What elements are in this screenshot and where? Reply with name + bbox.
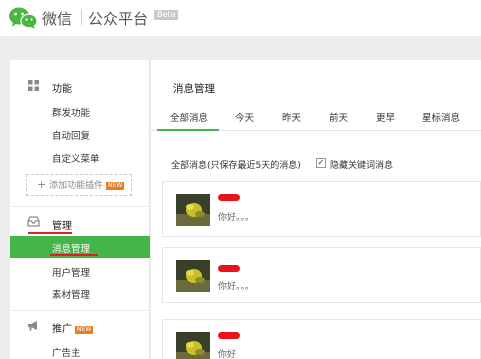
beta-badge: Beta bbox=[154, 10, 179, 20]
tab-yesterday[interactable]: 昨天 bbox=[282, 110, 301, 124]
inbox-icon bbox=[27, 216, 40, 227]
redacted-username bbox=[218, 194, 240, 201]
tab-bar: 全部消息 今天 昨天 前天 更早 星标消息 bbox=[151, 102, 481, 131]
user-avatar[interactable] bbox=[176, 260, 210, 292]
tab-all-messages[interactable]: 全部消息 bbox=[170, 110, 208, 124]
message-text: 你好。。。 bbox=[218, 282, 255, 292]
redacted-username bbox=[218, 265, 240, 272]
red-annotation-underline bbox=[28, 232, 72, 234]
message-text: 你好。。。 bbox=[218, 213, 255, 223]
sidebar-item-advertiser[interactable]: 广告主 bbox=[52, 345, 81, 359]
manage-section-title: 管理 bbox=[52, 221, 72, 232]
user-avatar[interactable] bbox=[176, 332, 210, 359]
new-badge: NEW bbox=[106, 182, 125, 190]
sidebar: 功能 群发功能 自动回复 自定义菜单 + 添加功能插件 NEW 管理 消息管理 用… bbox=[10, 60, 150, 359]
sidebar-item-custom-menu[interactable]: 自定义菜单 bbox=[52, 151, 100, 165]
sidebar-item-auto-reply[interactable]: 自动回复 bbox=[52, 128, 90, 142]
sidebar-item-message-manage-label: 消息管理 bbox=[52, 244, 91, 255]
message-text: 你好 bbox=[218, 350, 237, 359]
brand-platform: 公众平台 bbox=[88, 10, 149, 28]
top-header: 微信 公众平台 Beta bbox=[0, 0, 481, 36]
promote-section-title: 推广 NEW bbox=[52, 320, 94, 335]
wechat-logo-icon[interactable] bbox=[8, 6, 38, 30]
functions-section-title: 功能 bbox=[52, 84, 72, 95]
promote-title-label: 推广 bbox=[52, 324, 72, 335]
filter-description: 全部消息(只保存最近5天的消息) bbox=[171, 161, 301, 171]
hide-keyword-checkbox[interactable]: ✓ bbox=[316, 158, 326, 168]
tab-day-before[interactable]: 前天 bbox=[329, 110, 348, 124]
sidebar-item-mass-send[interactable]: 群发功能 bbox=[52, 105, 90, 119]
add-plugin-button[interactable]: + 添加功能插件 NEW bbox=[26, 174, 132, 196]
sidebar-divider bbox=[10, 206, 150, 207]
sidebar-item-user-manage[interactable]: 用户管理 bbox=[52, 265, 90, 279]
grid-icon bbox=[28, 80, 39, 91]
tab-starred[interactable]: 星标消息 bbox=[422, 110, 460, 124]
active-tab-indicator bbox=[157, 129, 219, 131]
redacted-username bbox=[218, 332, 240, 339]
sidebar-item-material-manage[interactable]: 素材管理 bbox=[52, 287, 90, 301]
sidebar-divider bbox=[10, 310, 150, 311]
page-title: 消息管理 bbox=[173, 83, 215, 95]
message-item[interactable]: 你好。。。 bbox=[162, 247, 481, 303]
red-annotation-underline bbox=[50, 254, 98, 256]
new-badge: NEW bbox=[75, 326, 94, 334]
main-panel: 消息管理 全部消息 今天 昨天 前天 更早 星标消息 全部消息(只保存最近5天的… bbox=[151, 60, 481, 359]
message-item[interactable]: 你好 bbox=[162, 319, 481, 359]
user-avatar[interactable] bbox=[176, 194, 210, 226]
tab-earlier[interactable]: 更早 bbox=[376, 110, 395, 124]
megaphone-icon bbox=[28, 321, 37, 331]
brand-wechat: 微信 bbox=[42, 10, 73, 28]
brand-separator bbox=[81, 9, 82, 25]
message-item[interactable]: 你好。。。 bbox=[162, 181, 481, 237]
tab-today[interactable]: 今天 bbox=[235, 110, 254, 124]
add-plugin-label: 添加功能插件 bbox=[49, 181, 104, 191]
plus-icon: + bbox=[37, 178, 47, 191]
hide-keyword-label[interactable]: 隐藏关键词消息 bbox=[330, 158, 393, 171]
